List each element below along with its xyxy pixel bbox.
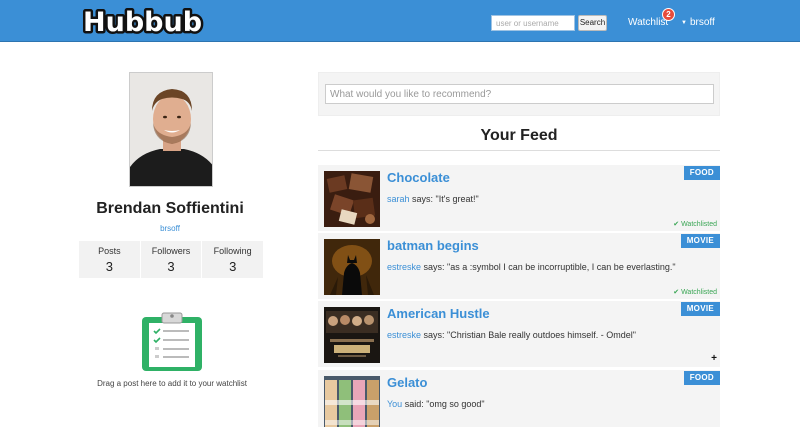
category-tag: MOVIE	[680, 234, 720, 248]
post-quote: sarah says: "It's great!"	[387, 194, 479, 204]
watchlist-count-badge: 2	[662, 8, 675, 21]
post-verb: said:	[402, 399, 427, 409]
stat-followers[interactable]: Followers 3	[141, 241, 203, 278]
post-quote: You said: "omg so good"	[387, 399, 485, 409]
user-menu[interactable]: ▼ brsoff	[681, 17, 715, 28]
post-author-link[interactable]: estreske	[387, 330, 421, 340]
feed-post[interactable]: American Hustle estreske says: "Christia…	[318, 301, 720, 367]
watchlist-link[interactable]: Watchlist	[628, 17, 668, 28]
top-navbar: Hubbub Hubbub Search Watchlist 2 ▼brsoff	[0, 0, 800, 42]
stat-value: 3	[229, 259, 237, 274]
post-title-link[interactable]: Chocolate	[387, 170, 450, 185]
hubbub-logo[interactable]: Hubbub Hubbub	[80, 3, 205, 38]
stat-following[interactable]: Following 3	[202, 241, 263, 278]
post-quote-text: "It's great!"	[435, 194, 479, 204]
user-search-input[interactable]	[491, 15, 575, 31]
feed-post[interactable]: Chocolate sarah says: "It's great!" FOOD…	[318, 165, 720, 231]
post-verb: says:	[421, 262, 448, 272]
post-verb: says:	[409, 194, 436, 204]
post-verb: says:	[421, 330, 448, 340]
feed-title: Your Feed	[480, 127, 558, 144]
recommend-input[interactable]	[325, 84, 714, 104]
svg-text:Hubbub: Hubbub	[83, 7, 202, 37]
stat-value: 3	[105, 259, 113, 274]
category-tag: MOVIE	[680, 302, 720, 316]
caret-down-icon: ▼	[681, 20, 687, 26]
post-thumbnail	[324, 376, 380, 427]
search-button[interactable]: Search	[578, 15, 607, 31]
post-author-link[interactable]: You	[387, 399, 402, 409]
post-quote-text: "Christian Bale really outdoes himself. …	[447, 330, 636, 340]
profile-handle-link[interactable]: brsoff	[80, 224, 260, 233]
stat-posts[interactable]: Posts 3	[79, 241, 141, 278]
clipboard-checklist-icon[interactable]	[141, 311, 203, 371]
stat-label: Posts	[98, 246, 121, 256]
post-quote: estreske says: "as a :symbol I can be in…	[387, 262, 676, 272]
add-to-watchlist-button[interactable]: +	[711, 354, 717, 364]
post-quote-text: "as a :symbol I can be incorruptible, I …	[447, 262, 676, 272]
stat-label: Following	[213, 246, 252, 256]
watchlisted-status: ✔ Watchlisted	[673, 221, 717, 228]
feed-post[interactable]: batman begins estreske says: "as a :symb…	[318, 233, 720, 299]
watchlist-drop-hint: Drag a post here to add it to your watch…	[97, 379, 247, 388]
post-author-link[interactable]: sarah	[387, 194, 410, 204]
post-quote-text: "omg so good"	[426, 399, 485, 409]
watchlisted-status: ✔ Watchlisted	[673, 289, 717, 296]
post-quote: estreske says: "Christian Bale really ou…	[387, 330, 636, 340]
category-tag: FOOD	[683, 166, 720, 180]
post-thumbnail	[324, 239, 380, 295]
profile-name: Brendan Soffientini	[96, 200, 244, 217]
post-thumbnail	[324, 171, 380, 227]
avatar	[129, 72, 213, 187]
stat-value: 3	[167, 259, 175, 274]
username-label: brsoff	[689, 17, 715, 28]
post-title-link[interactable]: Gelato	[387, 375, 427, 390]
divider	[318, 150, 720, 151]
recommend-composer	[318, 72, 720, 116]
post-title-link[interactable]: American Hustle	[387, 306, 490, 321]
post-title-link[interactable]: batman begins	[387, 238, 479, 253]
stat-label: Followers	[151, 246, 191, 256]
feed-post[interactable]: Gelato You said: "omg so good" FOOD	[318, 370, 720, 427]
category-tag: FOOD	[683, 371, 720, 385]
post-author-link[interactable]: estreske	[387, 262, 421, 272]
profile-stats: Posts 3 Followers 3 Following 3	[79, 241, 263, 278]
post-thumbnail	[324, 307, 380, 363]
